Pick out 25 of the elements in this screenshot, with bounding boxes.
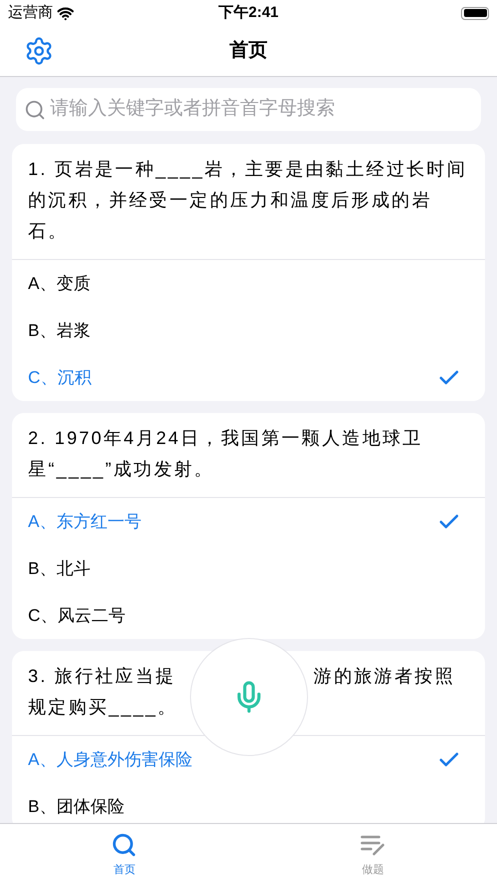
battery-icon — [461, 6, 489, 20]
wifi-icon — [57, 4, 74, 22]
answer-option[interactable]: A、东方红一号 — [12, 498, 485, 545]
answer-option[interactable]: A、人身意外伤害保险 — [12, 736, 485, 783]
answer-option[interactable]: C、风云二号 — [12, 592, 485, 639]
question-text: 2. 1970年4月24日，我国第一颗人造地球卫星“____”成功发射。 — [28, 427, 424, 481]
answer-option[interactable]: B、北斗 — [12, 545, 485, 592]
answer-option[interactable]: B、岩浆 — [12, 307, 485, 354]
settings-icon — [24, 36, 54, 66]
tab-item[interactable]: 首页 — [0, 824, 248, 883]
question-text: 游的旅游者按照 — [314, 665, 455, 688]
search-icon — [24, 98, 46, 120]
question-text: 规定购买____。 — [28, 696, 178, 719]
nav-title: 首页 — [230, 38, 268, 63]
answer-option[interactable]: C、沉积 — [12, 354, 485, 401]
answer-option[interactable]: A、变质 — [12, 260, 485, 307]
search-input[interactable]: 请输入关键字或者拼音首字母搜索 — [50, 95, 473, 124]
question-text: 3. 旅行社应当提 — [28, 665, 176, 688]
question-text: 1. 页岩是一种____岩，主要是由黏土经过长时间的沉积，并经受一定的压力和温度后形成的岩石。 — [28, 158, 468, 243]
search-field[interactable]: 请输入关键字或者拼音首字母搜索 — [16, 88, 481, 131]
answer-option[interactable]: B、团体保险 — [12, 783, 485, 823]
settings-button[interactable] — [24, 36, 54, 66]
carrier-name: 运营商 — [8, 2, 53, 23]
status-time: 下午2:41 — [218, 2, 279, 23]
search-icon — [111, 832, 138, 858]
